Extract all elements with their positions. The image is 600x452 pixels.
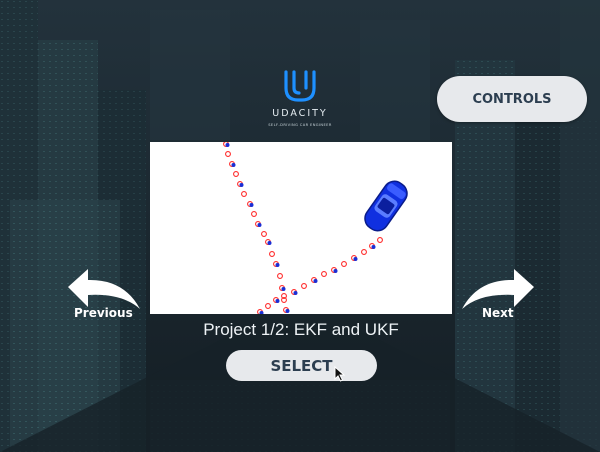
previous-button-label[interactable]: Previous <box>74 306 133 320</box>
estimate-marker <box>267 241 272 245</box>
measurement-marker <box>241 191 247 197</box>
measurement-marker <box>269 251 275 257</box>
estimate-marker <box>285 309 290 313</box>
brand-tagline: SELF-DRIVING CAR ENGINEER <box>268 123 332 127</box>
udacity-logo: UDACITY SELF-DRIVING CAR ENGINEER <box>260 64 340 134</box>
ekf-trajectory-plot <box>223 142 408 314</box>
select-button[interactable]: SELECT <box>226 350 377 381</box>
measurement-marker <box>277 273 283 279</box>
measurement-marker <box>265 303 271 309</box>
measurement-marker <box>225 151 231 157</box>
measurement-marker <box>301 283 307 289</box>
measurement-marker <box>261 231 267 237</box>
estimate-marker <box>275 299 280 303</box>
estimate-marker <box>225 143 230 147</box>
estimate-marker <box>275 263 280 267</box>
estimate-marker <box>259 311 264 314</box>
estimate-marker <box>281 287 286 291</box>
estimate-marker <box>313 279 318 283</box>
measurement-marker <box>341 261 347 267</box>
controls-button[interactable]: CONTROLS <box>437 76 587 122</box>
estimate-marker <box>257 223 262 227</box>
measurement-marker <box>321 271 327 277</box>
project-title: Project 1/2: EKF and UKF <box>203 320 399 339</box>
estimate-marker <box>249 203 254 207</box>
measurement-marker <box>233 171 239 177</box>
estimate-marker <box>353 257 358 261</box>
estimate-marker <box>371 245 376 249</box>
udacity-u-logo-icon <box>284 70 316 102</box>
car-icon <box>364 180 408 232</box>
estimate-marker <box>333 269 338 273</box>
estimate-marker <box>293 291 298 295</box>
measurement-marker <box>251 211 257 217</box>
estimate-marker <box>231 163 236 167</box>
brand-name: UDACITY <box>272 108 328 119</box>
project-preview-image <box>150 142 452 314</box>
measurement-marker <box>377 237 383 243</box>
estimate-marker <box>239 183 244 187</box>
next-button-label[interactable]: Next <box>482 306 514 320</box>
measurement-marker <box>361 249 367 255</box>
mouse-pointer-icon <box>334 366 346 382</box>
